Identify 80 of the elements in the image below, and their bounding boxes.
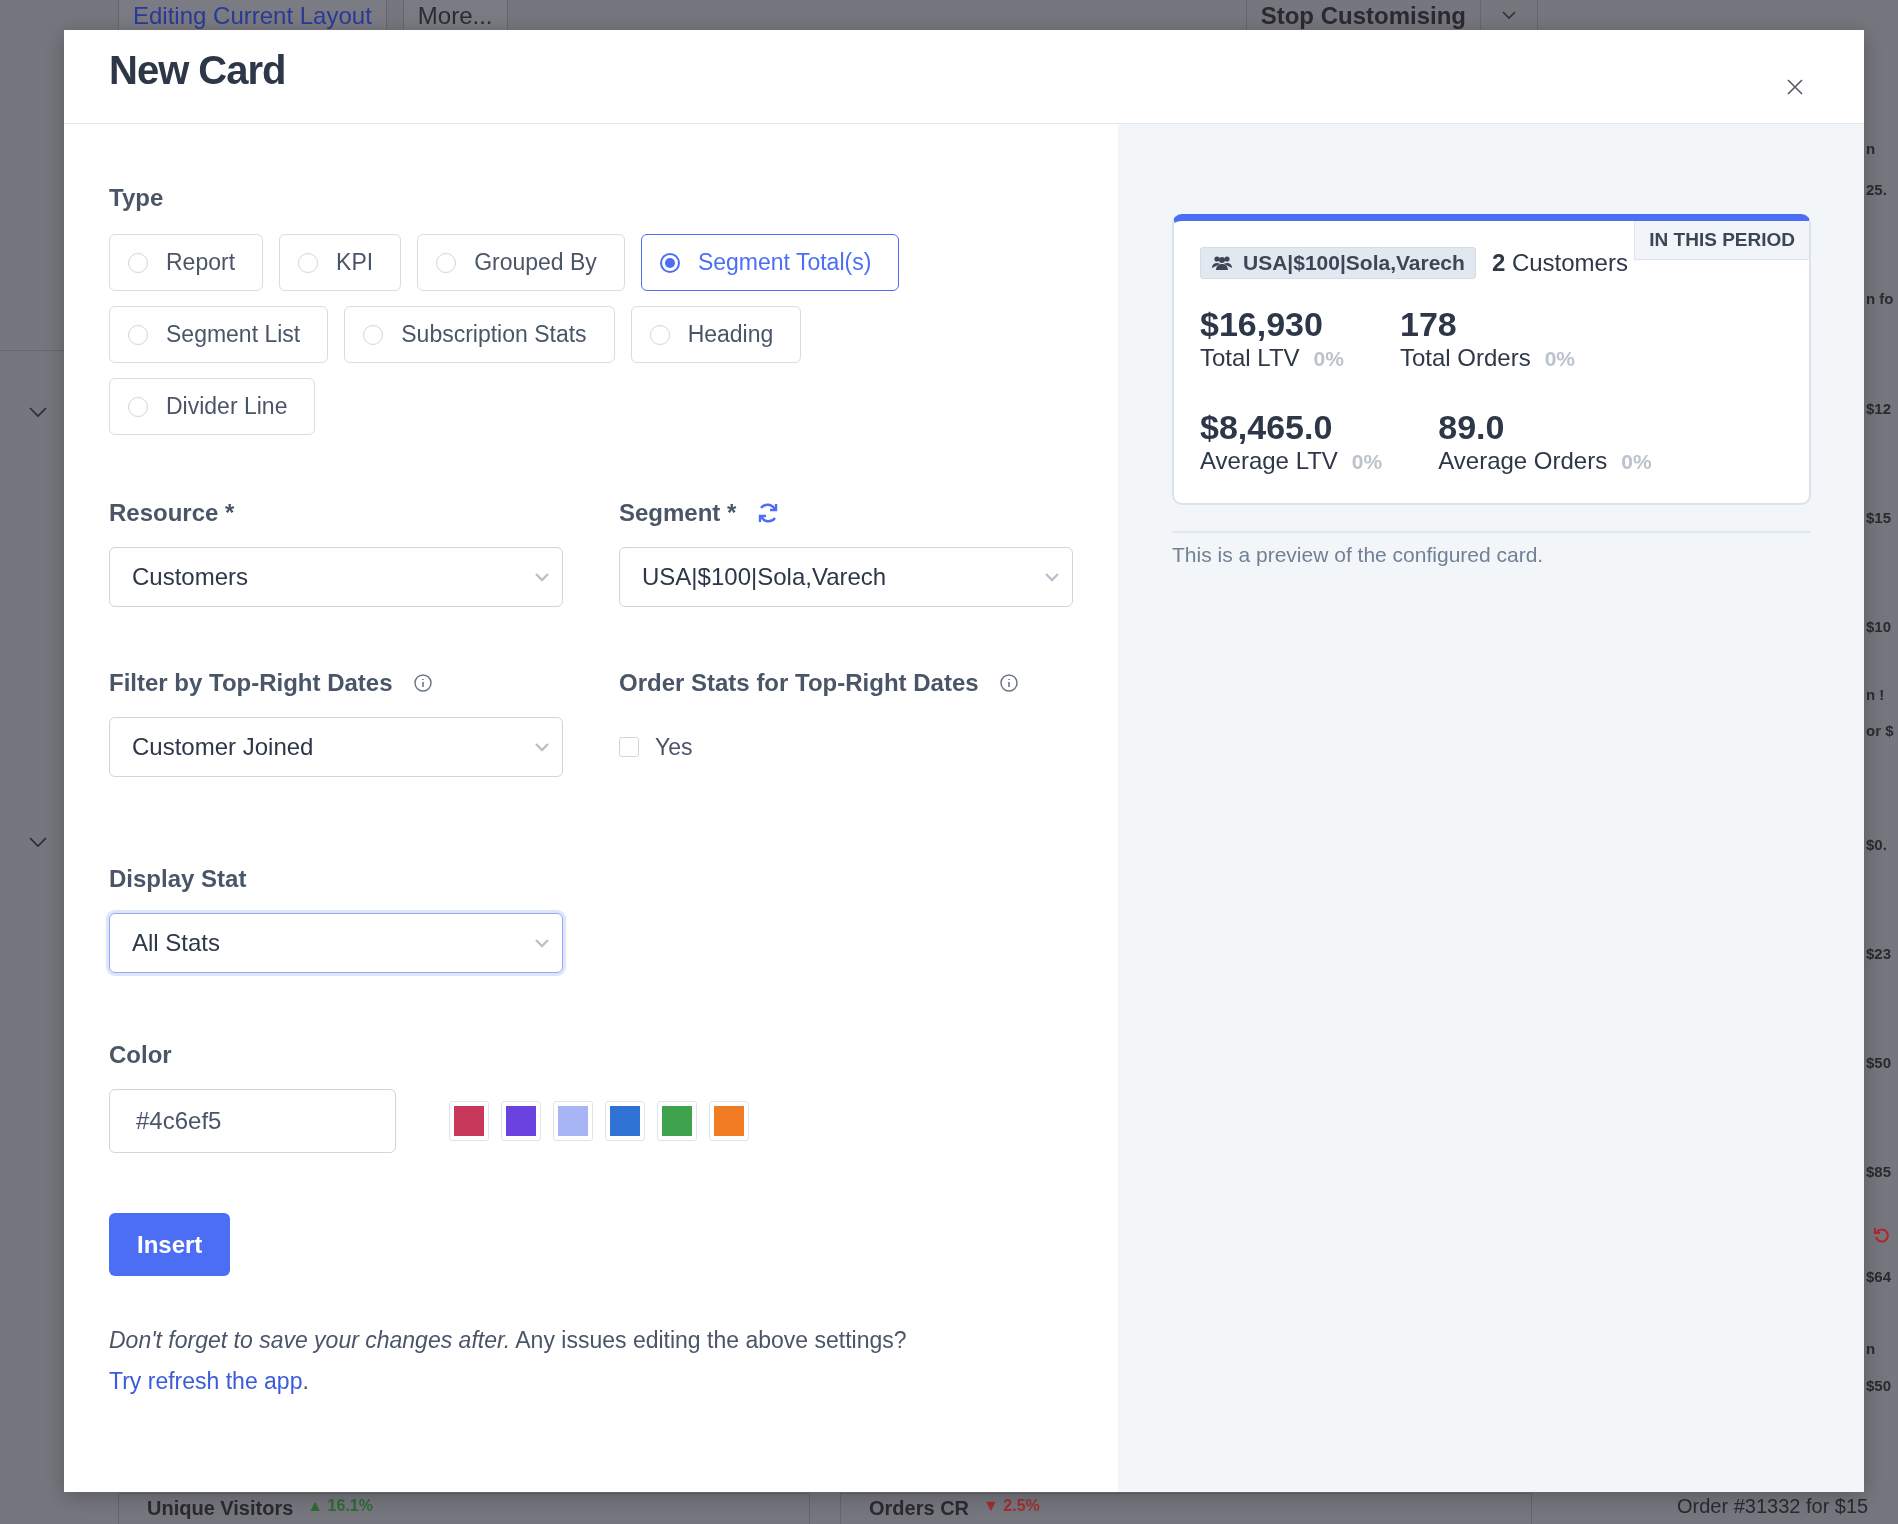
type-option[interactable]: Heading [630, 306, 802, 363]
segment-select[interactable]: USA|$100|Sola,Varech [619, 547, 1073, 607]
background-text: $50 [1866, 1054, 1892, 1071]
background-text: n [1866, 1340, 1876, 1357]
color-swatch[interactable] [501, 1101, 541, 1141]
change-text: ▼ 2.5% [983, 1497, 1040, 1515]
color-swatch[interactable] [449, 1101, 489, 1141]
stat-label: Average Orders [1438, 447, 1608, 475]
change-text: 0% [1313, 347, 1344, 371]
background-text: 25. [1866, 181, 1887, 198]
chevron-down-icon [534, 572, 550, 582]
stat-label: Total LTV [1200, 344, 1300, 372]
background-text: $64 [1866, 1268, 1892, 1285]
info-icon[interactable] [998, 673, 1019, 693]
resource-select[interactable]: Customers [109, 547, 563, 607]
chevron-down-icon[interactable] [28, 406, 48, 418]
type-option[interactable]: Divider Line [109, 378, 316, 435]
insert-button[interactable]: Insert [109, 1213, 231, 1276]
background-text: $23 [1866, 945, 1892, 962]
change-text: 0% [1351, 450, 1383, 474]
refresh-link[interactable]: Try refresh the app [109, 1368, 303, 1394]
checkbox-label: Yes [655, 733, 693, 761]
change-text: 0% [1544, 347, 1576, 371]
change-text: ▲ 16.1% [307, 1497, 373, 1515]
checkbox[interactable] [619, 737, 639, 757]
background-text: $12 [1866, 400, 1892, 417]
chevron-down-icon [534, 938, 550, 948]
background-text: $15 [1866, 509, 1892, 526]
chevron-down-icon [534, 742, 550, 752]
color-swatch[interactable] [709, 1101, 749, 1141]
stat-value: $16,930 [1200, 305, 1324, 344]
color-swatch[interactable] [553, 1101, 593, 1141]
chevron-down-icon [1044, 572, 1060, 582]
chevron-down-icon[interactable] [28, 836, 48, 848]
type-option[interactable]: Grouped By [417, 234, 625, 291]
stat-value: 178 [1399, 305, 1458, 344]
background-text: n ! [1866, 686, 1885, 703]
modal-title: New Card [109, 48, 286, 93]
help-text: Don't forget to save your changes after. Any issues editing the above settings? Try refresh the app. [109, 1326, 908, 1396]
field-label: Resource * [109, 499, 236, 527]
stat-label: Average LTV [1200, 447, 1338, 475]
period-badge: IN THIS PERIOD [1634, 221, 1809, 260]
stat-value: $8,465.0 [1200, 408, 1334, 447]
users-icon [1211, 255, 1233, 271]
stat-label: Total Orders [1399, 344, 1531, 372]
type-option[interactable]: Subscription Stats [344, 306, 615, 363]
undo-icon [1873, 1226, 1891, 1244]
field-label: Display Stat [109, 865, 248, 893]
color-swatch[interactable] [657, 1101, 697, 1141]
chevron-down-icon [1501, 10, 1517, 20]
background-text: $10 [1866, 618, 1892, 635]
background-text: n fo [1866, 290, 1894, 307]
order-text: Order #31332 for $15 [1677, 1495, 1869, 1518]
display-stat-select[interactable]: All Stats [109, 913, 563, 973]
field-label: Order Stats for Top-Right Dates [619, 669, 979, 697]
preview-note: This is a preview of the configured card. [1172, 543, 1545, 567]
background-text: n [1866, 140, 1876, 157]
field-label: Type [109, 184, 164, 212]
background-text: $85 [1866, 1163, 1892, 1180]
info-icon[interactable] [412, 673, 433, 693]
type-option[interactable]: Segment List [109, 306, 329, 363]
customer-count: 2 Customers [1491, 249, 1628, 277]
field-label: Color [109, 1041, 173, 1069]
type-option[interactable]: Segment Total(s) [640, 234, 900, 291]
stat-value: 89.0 [1438, 408, 1506, 447]
close-icon[interactable] [1786, 78, 1804, 96]
type-option[interactable]: Report [109, 234, 264, 291]
color-input[interactable]: #4c6ef5 [109, 1089, 396, 1153]
card-title: Orders CR [869, 1497, 970, 1520]
field-label: Segment * [619, 499, 737, 527]
card-title: Unique Visitors [147, 1497, 294, 1520]
type-option[interactable]: KPI [279, 234, 402, 291]
filter-dates-select[interactable]: Customer Joined [109, 717, 563, 777]
background-text: $0. [1866, 836, 1887, 853]
color-swatch[interactable] [605, 1101, 645, 1141]
field-label: Filter by Top-Right Dates [109, 669, 393, 697]
change-text: 0% [1621, 450, 1652, 474]
background-text: or $ [1866, 722, 1894, 739]
segment-tag: USA|$100|Sola,Varech [1200, 247, 1476, 279]
background-text: $50 [1866, 1377, 1892, 1394]
